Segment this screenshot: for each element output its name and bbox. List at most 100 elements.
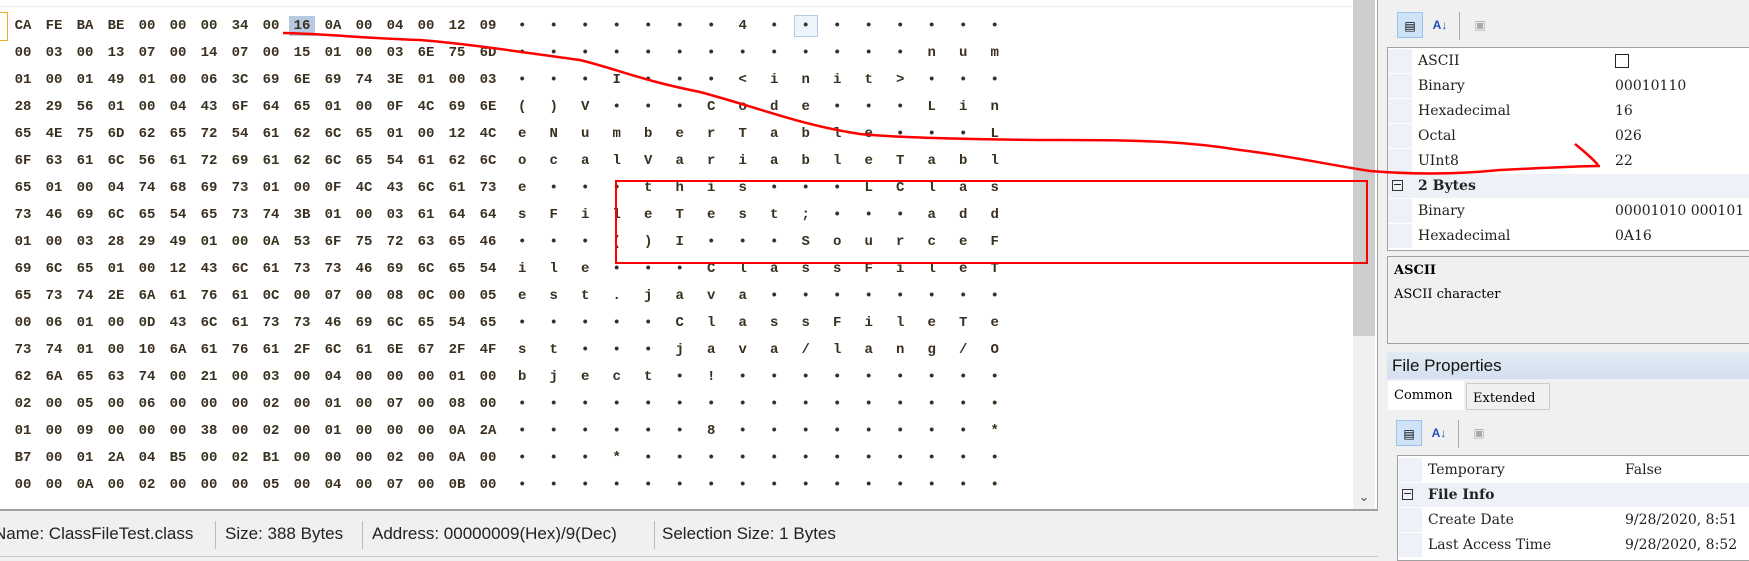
hex-byte-cell[interactable]: 13 bbox=[103, 43, 129, 63]
hex-byte-cell[interactable]: 6A bbox=[134, 286, 160, 306]
file-properties-grid[interactable]: Temporary False − File Info Create Date 9/2… bbox=[1397, 455, 1749, 561]
ascii-row[interactable]: •••••••••••••••• bbox=[518, 394, 1022, 414]
hex-byte-cell[interactable]: 10 bbox=[134, 340, 160, 360]
hex-byte-cell[interactable]: 72 bbox=[196, 151, 222, 171]
hex-byte-cell[interactable]: 65 bbox=[413, 313, 439, 333]
hex-byte-cell[interactable]: 06 bbox=[196, 70, 222, 90]
hex-byte-cell[interactable]: 3C bbox=[227, 70, 253, 90]
hex-byte-cell[interactable]: 00 bbox=[351, 16, 377, 36]
inspector-row-uint8[interactable]: UInt8 22 bbox=[1388, 149, 1749, 173]
hex-byte-cell[interactable]: 69 bbox=[382, 259, 408, 279]
hex-byte-cell[interactable]: 16 bbox=[289, 16, 315, 36]
hex-byte-cell[interactable]: 01 bbox=[444, 367, 470, 387]
ascii-checkbox[interactable] bbox=[1615, 54, 1629, 68]
hex-byte-cell[interactable]: 73 bbox=[289, 259, 315, 279]
hex-byte-cell[interactable]: 61 bbox=[258, 259, 284, 279]
hex-byte-cell[interactable]: 61 bbox=[258, 151, 284, 171]
hex-byte-cell[interactable]: 6C bbox=[41, 259, 67, 279]
hex-byte-cell[interactable]: 73 bbox=[289, 313, 315, 333]
hex-byte-cell[interactable]: 65 bbox=[10, 286, 36, 306]
hex-byte-cell[interactable]: 01 bbox=[258, 178, 284, 198]
hex-byte-cell[interactable]: 6C bbox=[103, 205, 129, 225]
hex-byte-cell[interactable]: 43 bbox=[196, 97, 222, 117]
hex-byte-cell[interactable]: 00 bbox=[103, 340, 129, 360]
hex-byte-cell[interactable]: 00 bbox=[351, 97, 377, 117]
hex-byte-cell[interactable]: 04 bbox=[320, 475, 346, 495]
hex-byte-cell[interactable]: 04 bbox=[165, 97, 191, 117]
hex-byte-cell[interactable]: 03 bbox=[475, 70, 501, 90]
hex-byte-cell[interactable]: 54 bbox=[475, 259, 501, 279]
hex-byte-cell[interactable]: 00 bbox=[196, 448, 222, 468]
hex-byte-cell[interactable]: 76 bbox=[196, 286, 222, 306]
hex-byte-cell[interactable]: 00 bbox=[289, 178, 315, 198]
file-prop-row-create-date[interactable]: Create Date 9/28/2020, 8:51 bbox=[1398, 508, 1749, 532]
hex-byte-cell[interactable]: 00 bbox=[444, 70, 470, 90]
hex-byte-cell[interactable]: 6C bbox=[320, 151, 346, 171]
hex-byte-cell[interactable]: FE bbox=[41, 16, 67, 36]
hex-byte-cell[interactable]: 54 bbox=[382, 151, 408, 171]
hex-byte-cell[interactable]: 00 bbox=[413, 448, 439, 468]
hex-byte-cell[interactable]: 28 bbox=[103, 232, 129, 252]
ascii-row[interactable]: •••••••••••••num bbox=[518, 43, 1022, 63]
hex-byte-cell[interactable]: 00 bbox=[351, 421, 377, 441]
hex-byte-cell[interactable]: 4C bbox=[351, 178, 377, 198]
hex-byte-cell[interactable]: 73 bbox=[41, 286, 67, 306]
hex-byte-cell[interactable]: 00 bbox=[444, 286, 470, 306]
hex-byte-cell[interactable]: 12 bbox=[444, 124, 470, 144]
hex-byte-cell[interactable]: 00 bbox=[351, 205, 377, 225]
hex-byte-cell[interactable]: 61 bbox=[444, 178, 470, 198]
hex-byte-cell[interactable]: 2E bbox=[103, 286, 129, 306]
ascii-row[interactable]: ()V•••Code•••Lin bbox=[518, 97, 1022, 117]
hex-byte-cell[interactable]: 46 bbox=[41, 205, 67, 225]
vertical-scrollbar[interactable]: ⌄ bbox=[1353, 0, 1375, 509]
hex-byte-cell[interactable]: 00 bbox=[134, 16, 160, 36]
hex-byte-cell[interactable]: 61 bbox=[351, 340, 377, 360]
hex-byte-cell[interactable]: 02 bbox=[134, 475, 160, 495]
hex-byte-cell[interactable]: 74 bbox=[41, 340, 67, 360]
ascii-row[interactable]: eNumberTable•••L bbox=[518, 124, 1022, 144]
hex-byte-cell[interactable]: 56 bbox=[72, 97, 98, 117]
hex-byte-cell[interactable]: 03 bbox=[41, 43, 67, 63]
hex-byte-cell[interactable]: 07 bbox=[320, 286, 346, 306]
hex-byte-cell[interactable]: 01 bbox=[320, 43, 346, 63]
hex-byte-cell[interactable]: 54 bbox=[444, 313, 470, 333]
hex-byte-cell[interactable]: 0A bbox=[72, 475, 98, 495]
hex-byte-cell[interactable]: 0F bbox=[382, 97, 408, 117]
hex-byte-cell[interactable]: 00 bbox=[289, 394, 315, 414]
hex-byte-cell[interactable]: 07 bbox=[382, 475, 408, 495]
hex-byte-cell[interactable]: 64 bbox=[475, 205, 501, 225]
hex-byte-cell[interactable]: 00 bbox=[289, 421, 315, 441]
hex-byte-cell[interactable]: 00 bbox=[227, 367, 253, 387]
hex-byte-cell[interactable]: 61 bbox=[258, 340, 284, 360]
hex-byte-cell[interactable]: 69 bbox=[444, 97, 470, 117]
hex-byte-cell[interactable]: 72 bbox=[196, 124, 222, 144]
hex-byte-cell[interactable]: 01 bbox=[320, 394, 346, 414]
hex-byte-cell[interactable]: 54 bbox=[165, 205, 191, 225]
hex-byte-cell[interactable]: 74 bbox=[134, 178, 160, 198]
hex-byte-cell[interactable]: 6C bbox=[103, 151, 129, 171]
hex-byte-cell[interactable]: 00 bbox=[196, 475, 222, 495]
hex-byte-cell[interactable]: 00 bbox=[10, 475, 36, 495]
hex-byte-cell[interactable]: 63 bbox=[413, 232, 439, 252]
hex-byte-cell[interactable]: 02 bbox=[10, 394, 36, 414]
hex-byte-cell[interactable]: 46 bbox=[475, 232, 501, 252]
hex-byte-cell[interactable]: 00 bbox=[382, 421, 408, 441]
hex-byte-cell[interactable]: 69 bbox=[72, 205, 98, 225]
hex-byte-cell[interactable]: 01 bbox=[134, 70, 160, 90]
hex-byte-cell[interactable]: 03 bbox=[382, 205, 408, 225]
scroll-down-arrow-icon[interactable]: ⌄ bbox=[1353, 488, 1375, 506]
hex-byte-cell[interactable]: 65 bbox=[351, 124, 377, 144]
hex-byte-cell[interactable]: 00 bbox=[351, 286, 377, 306]
hex-byte-cell[interactable]: 4F bbox=[475, 340, 501, 360]
ascii-row[interactable]: •••••••4•••••••• bbox=[518, 16, 1022, 36]
hex-byte-cell[interactable]: 72 bbox=[382, 232, 408, 252]
hex-byte-cell[interactable]: 73 bbox=[320, 259, 346, 279]
hex-byte-cell[interactable]: 65 bbox=[10, 124, 36, 144]
hex-byte-cell[interactable]: 00 bbox=[134, 259, 160, 279]
hex-byte-cell[interactable]: 62 bbox=[289, 124, 315, 144]
hex-byte-cell[interactable]: 61 bbox=[227, 313, 253, 333]
hex-byte-cell[interactable]: 69 bbox=[351, 313, 377, 333]
hex-byte-cell[interactable]: 12 bbox=[165, 259, 191, 279]
collapse-icon[interactable]: − bbox=[1392, 179, 1403, 191]
hex-byte-cell[interactable]: 3B bbox=[289, 205, 315, 225]
